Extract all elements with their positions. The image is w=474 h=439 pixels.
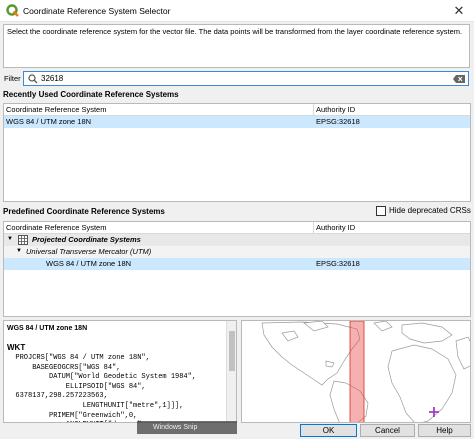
column-header-authority[interactable]: Authority ID [316, 223, 355, 232]
authority-id-cell: EPSG:32618 [316, 117, 360, 126]
cancel-button[interactable]: Cancel [360, 424, 415, 437]
expand-arrow-icon[interactable]: ▼ [7, 236, 13, 242]
grid-icon [18, 235, 28, 245]
authority-id-cell: EPSG:32618 [316, 259, 360, 268]
predefined-crs-title: Predefined Coordinate Reference Systems [3, 207, 165, 216]
search-icon [28, 74, 38, 84]
tree-group-label: Projected Coordinate Systems [32, 235, 141, 244]
recent-crs-title: Recently Used Coordinate Reference Syste… [3, 90, 179, 99]
recent-crs-table: Coordinate Reference System Authority ID… [3, 103, 471, 202]
extent-map [241, 320, 471, 423]
description-box: Select the coordinate reference system f… [3, 24, 470, 68]
windows-snip-overlay: Windows Snip [137, 421, 237, 434]
table-header: Coordinate Reference System Authority ID [4, 222, 470, 234]
table-row[interactable]: WGS 84 / UTM zone 18N EPSG:32618 [4, 258, 470, 270]
crs-name-cell: WGS 84 / UTM zone 18N [46, 259, 132, 268]
filter-field[interactable] [23, 71, 469, 86]
clear-text-icon[interactable] [453, 75, 465, 83]
wkt-text: PROJCRS["WGS 84 / UTM zone 18N", BASEGEO… [15, 354, 197, 422]
hide-deprecated-label: Hide deprecated CRSs [389, 206, 471, 215]
column-header-authority[interactable]: Authority ID [316, 105, 355, 114]
scrollbar-thumb[interactable] [229, 331, 235, 371]
window-title: Coordinate Reference System Selector [23, 6, 171, 16]
column-header-crs[interactable]: Coordinate Reference System [6, 223, 106, 232]
title-bar: Coordinate Reference System Selector ✕ [0, 0, 474, 22]
close-icon[interactable]: ✕ [444, 0, 474, 22]
tree-subgroup-row[interactable]: ▼ Universal Transverse Mercator (UTM) [4, 246, 470, 258]
wkt-heading: WKT [7, 343, 26, 352]
filter-input[interactable] [41, 73, 441, 84]
tree-subgroup-label: Universal Transverse Mercator (UTM) [26, 247, 152, 256]
crs-name-heading: WGS 84 / UTM zone 18N [7, 325, 88, 332]
expand-arrow-icon[interactable]: ▼ [16, 248, 22, 254]
crs-name-cell: WGS 84 / UTM zone 18N [6, 117, 92, 126]
crs-extent-band [349, 321, 365, 422]
world-map [261, 321, 470, 422]
tree-group-row[interactable]: ▼ Projected Coordinate Systems [4, 234, 470, 246]
filter-label: Filter [4, 74, 21, 83]
vertical-scrollbar[interactable] [226, 321, 236, 422]
qgis-logo-icon [6, 4, 19, 17]
table-row[interactable]: WGS 84 / UTM zone 18N EPSG:32618 [4, 116, 470, 128]
checkbox-box[interactable] [376, 206, 386, 216]
predefined-crs-table: Coordinate Reference System Authority ID… [3, 221, 471, 317]
crs-details-panel: WGS 84 / UTM zone 18N WKT PROJCRS["WGS 8… [3, 320, 237, 423]
help-button[interactable]: Help [418, 424, 471, 437]
column-header-crs[interactable]: Coordinate Reference System [6, 105, 106, 114]
ok-button[interactable]: OK [300, 424, 357, 437]
table-header: Coordinate Reference System Authority ID [4, 104, 470, 116]
